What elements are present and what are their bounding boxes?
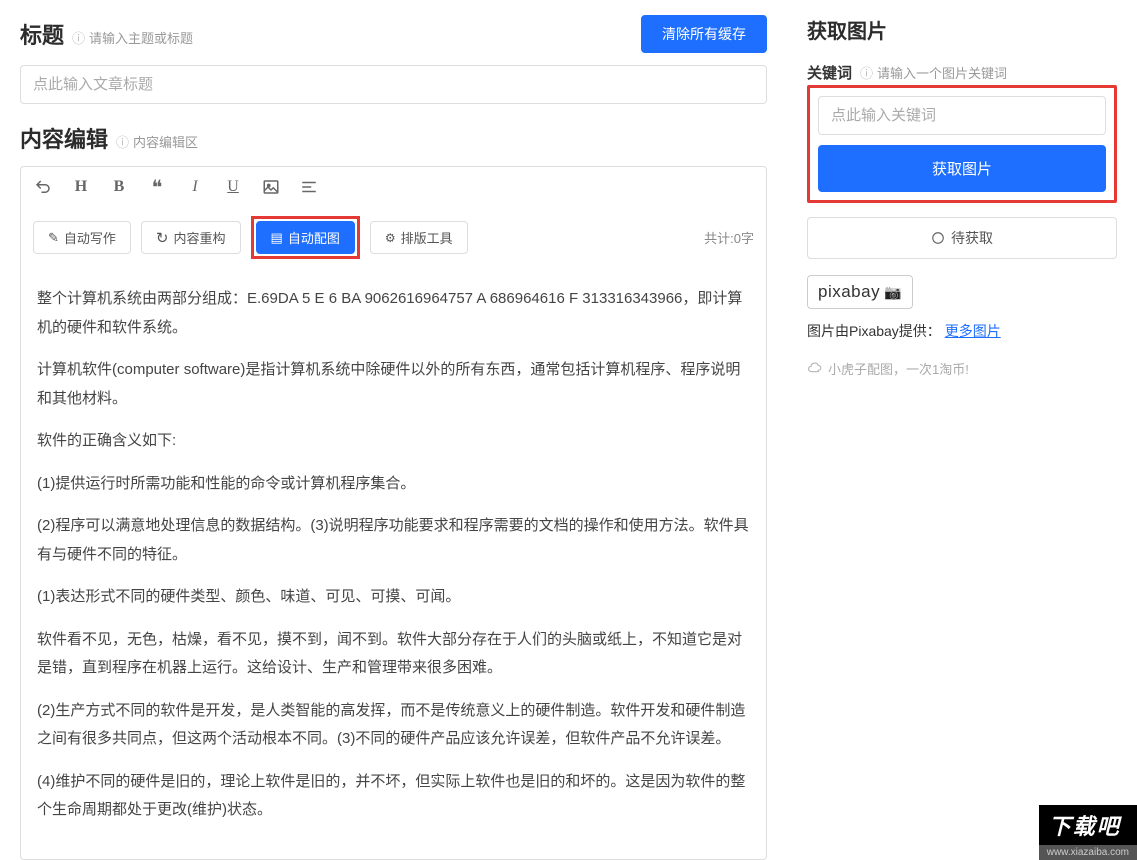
paragraph: (2)程序可以满意地处理信息的数据结构。(3)说明程序功能要求和程序需要的文档的… [37, 512, 750, 569]
watermark: 下载吧 www.xiazaiba.com [1039, 805, 1137, 860]
paragraph: (2)生产方式不同的软件是开发，是人类智能的高发挥，而不是传统意义上的硬件制造。… [37, 697, 750, 754]
content-label: 内容编辑 [20, 122, 108, 154]
title-hint: 请输入主题或标题 [72, 28, 193, 47]
watermark-url: www.xiazaiba.com [1039, 845, 1137, 860]
content-section-header: 内容编辑 内容编辑区 [20, 122, 767, 154]
auto-image-highlight: 自动配图 [251, 216, 360, 259]
footer-note-text: 小虎子配图，一次1淘币! [828, 359, 969, 378]
italic-icon[interactable]: I [185, 177, 205, 197]
pixabay-badge: pixabay [807, 275, 913, 309]
cloud-icon [807, 361, 822, 376]
attribution-prefix: 图片由Pixabay提供： [807, 323, 941, 339]
char-count: 共计:0字 [704, 228, 754, 247]
camera-icon [884, 282, 902, 302]
paragraph: (1)提供运行时所需功能和性能的命令或计算机程序集合。 [37, 470, 750, 499]
paragraph: (1)表达形式不同的硬件类型、颜色、味道、可见、可摸、可闻。 [37, 583, 750, 612]
paragraph: 计算机软件(computer software)是指计算机系统中除硬件以外的所有… [37, 356, 750, 413]
action-row: 自动写作 内容重构 自动配图 排版工具 共计:0字 [21, 208, 766, 273]
keyword-hint: 请输入一个图片关键词 [860, 63, 1007, 82]
keyword-input[interactable] [818, 96, 1106, 135]
sidebar-panel: 获取图片 关键词 请输入一个图片关键词 获取图片 待获取 pixabay 图片由… [787, 0, 1137, 860]
clear-cache-button[interactable]: 清除所有缓存 [641, 15, 767, 53]
content-hint: 内容编辑区 [116, 132, 198, 151]
pencil-icon [48, 230, 59, 246]
bold-icon[interactable]: B [109, 177, 129, 197]
footer-note: 小虎子配图，一次1淘币! [807, 359, 1117, 378]
attribution: 图片由Pixabay提供： 更多图片 [807, 321, 1117, 341]
layout-tool-button[interactable]: 排版工具 [370, 221, 468, 254]
tools-icon [385, 230, 396, 245]
pixabay-text: pixabay [818, 282, 880, 302]
undo-icon[interactable] [33, 177, 53, 197]
paragraph: 软件看不见，无色，枯燥，看不见，摸不到，闻不到。软件大部分存在于人们的头脑或纸上… [37, 626, 750, 683]
auto-image-button[interactable]: 自动配图 [256, 221, 355, 254]
title-input[interactable] [20, 65, 767, 104]
refresh-icon [156, 229, 169, 247]
auto-image-label: 自动配图 [288, 228, 340, 247]
layers-icon [271, 230, 283, 246]
quote-icon[interactable]: ❝ [147, 177, 167, 197]
status-text: 待获取 [951, 228, 993, 248]
align-icon[interactable] [299, 177, 319, 197]
sidebar-title: 获取图片 [807, 21, 887, 43]
heading-icon[interactable]: H [71, 177, 91, 197]
restructure-button[interactable]: 内容重构 [141, 221, 241, 254]
restructure-label: 内容重构 [174, 228, 226, 247]
paragraph: 软件的正确含义如下: [37, 427, 750, 456]
underline-icon[interactable]: U [223, 177, 243, 197]
watermark-text: 下载吧 [1039, 805, 1137, 845]
content-area[interactable]: 整个计算机系统由两部分组成：E.69DA 5 E 6 BA 9062616964… [21, 273, 766, 859]
editor-toolbar: H B ❝ I U [21, 167, 766, 208]
paragraph: (4)维护不同的硬件是旧的，理论上软件是旧的，并不坏，但实际上软件也是旧的和坏的… [37, 768, 750, 825]
editor-box: H B ❝ I U 自动写作 内容重构 自动配图 排版工具 共计:0字 整个计算… [20, 166, 767, 860]
title-label: 标题 [20, 18, 64, 50]
layout-tool-label: 排版工具 [401, 228, 453, 247]
auto-write-button[interactable]: 自动写作 [33, 221, 131, 254]
image-icon[interactable] [261, 177, 281, 197]
keyword-label: 关键词 [807, 62, 852, 83]
title-section-header: 标题 请输入主题或标题 清除所有缓存 [20, 15, 767, 53]
main-panel: 标题 请输入主题或标题 清除所有缓存 内容编辑 内容编辑区 H B ❝ I U [0, 0, 787, 860]
paragraph: 整个计算机系统由两部分组成：E.69DA 5 E 6 BA 9062616964… [37, 285, 750, 342]
auto-write-label: 自动写作 [64, 228, 116, 247]
circle-icon [931, 231, 945, 245]
fetch-image-button[interactable]: 获取图片 [818, 145, 1106, 192]
keyword-highlight-box: 获取图片 [807, 85, 1117, 203]
status-pill: 待获取 [807, 217, 1117, 259]
more-images-link[interactable]: 更多图片 [945, 323, 1001, 339]
